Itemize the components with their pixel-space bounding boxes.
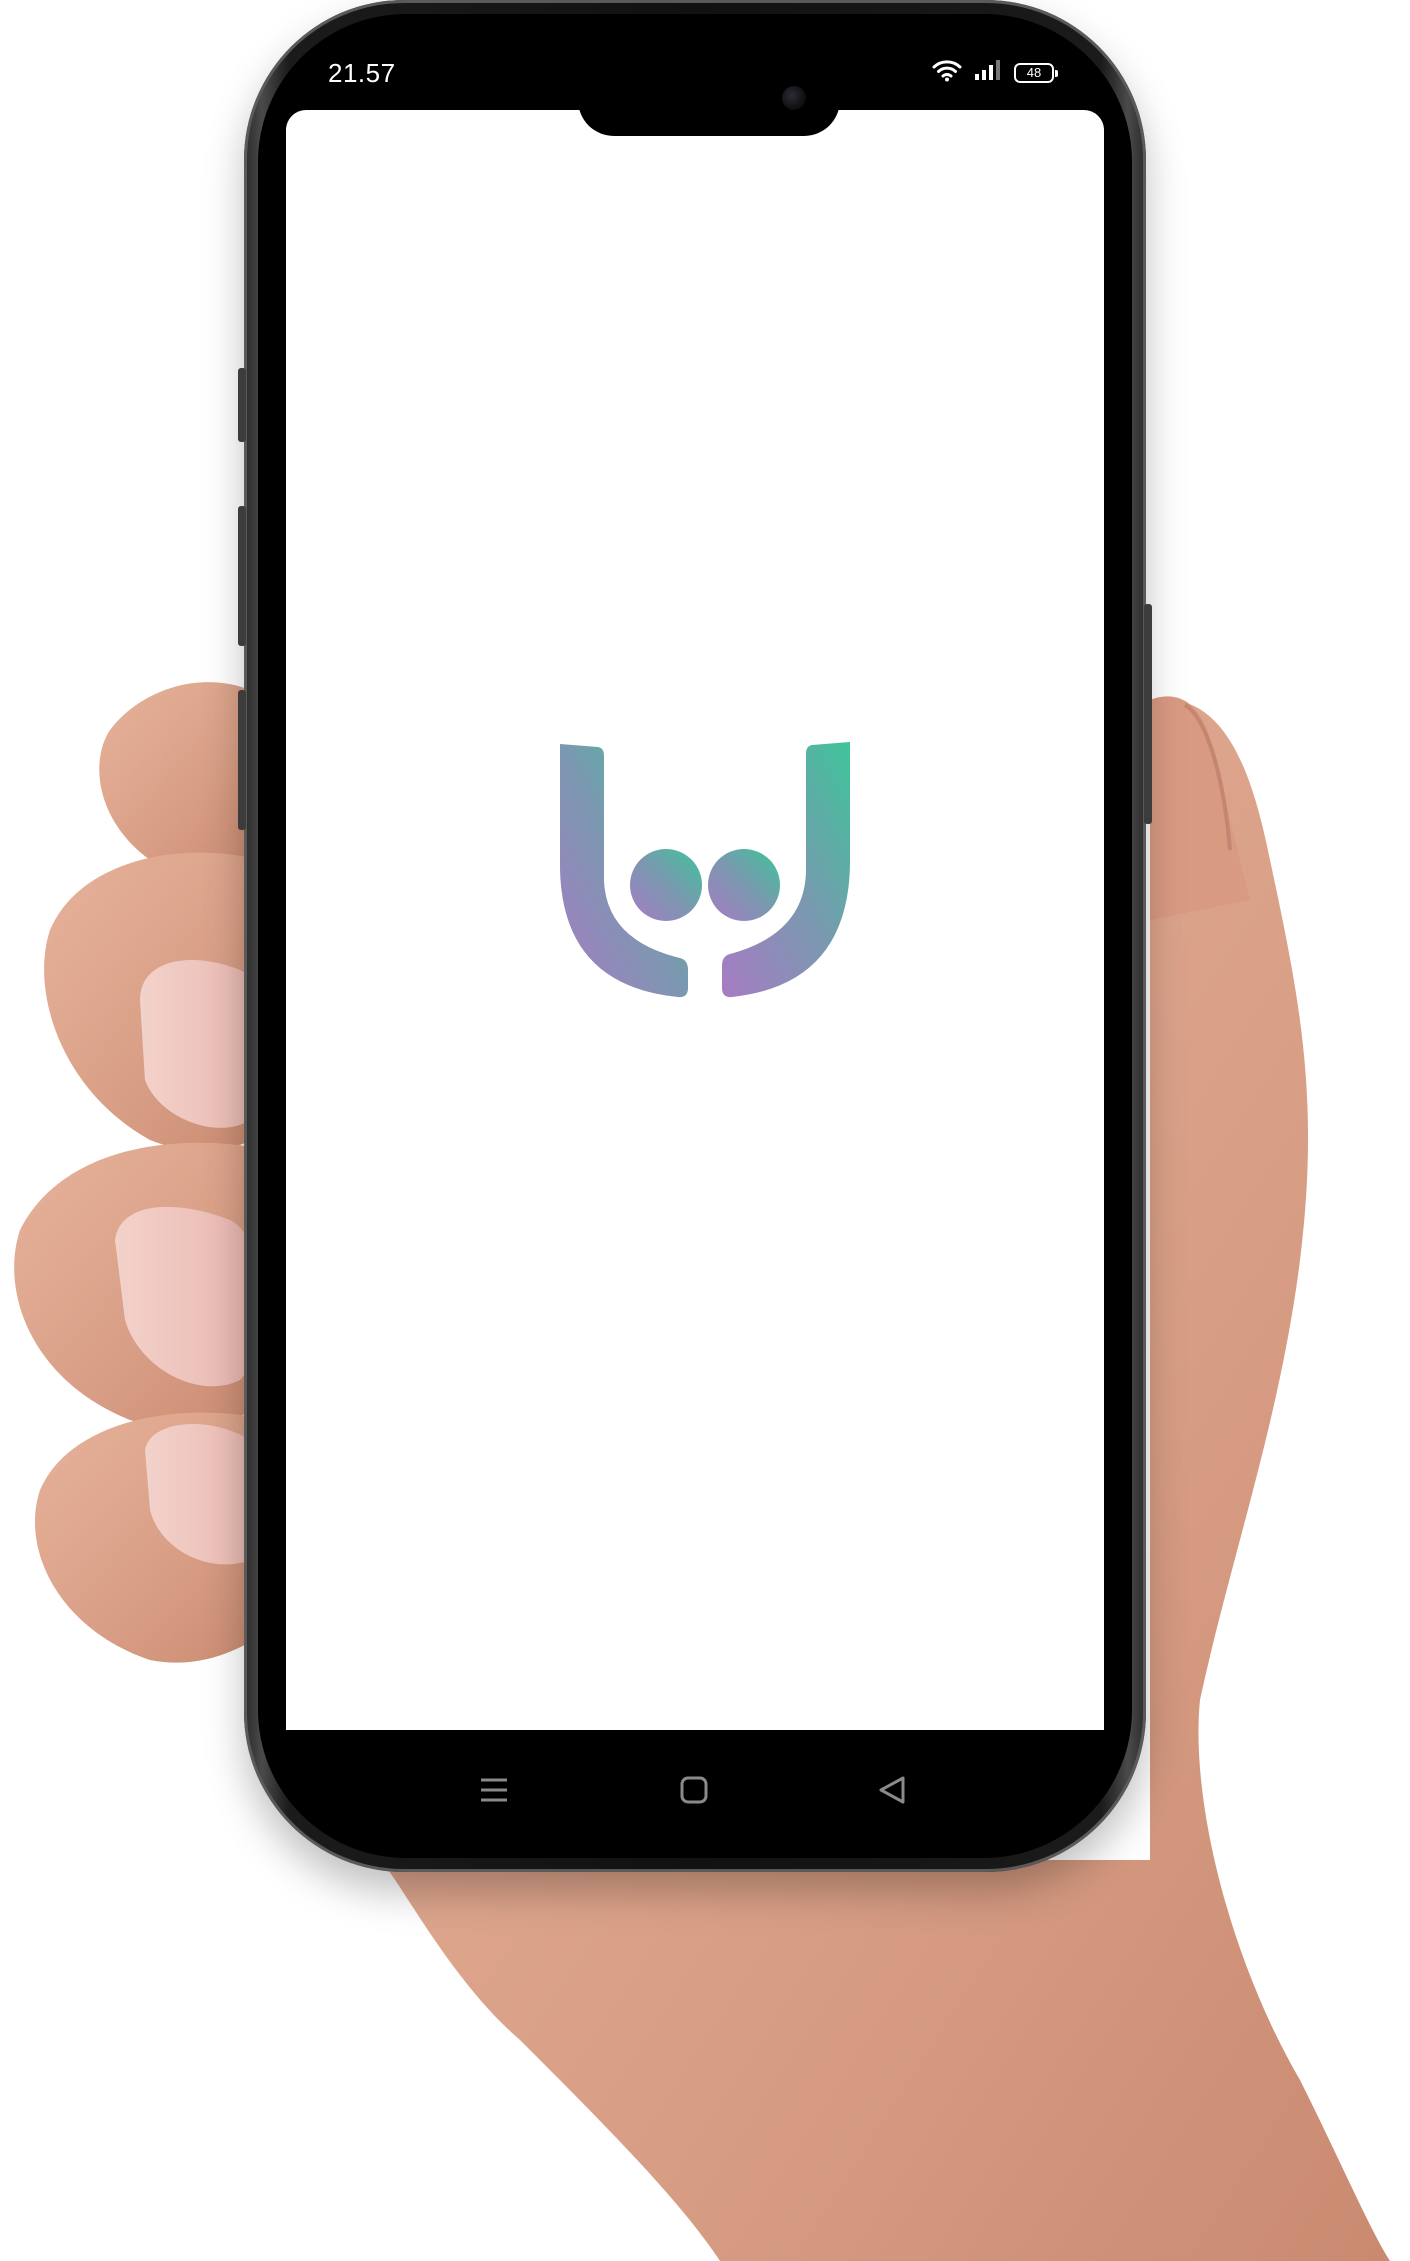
phone-display: 21.57 48 [258, 14, 1132, 1858]
splash-screen [286, 110, 1104, 1730]
battery-indicator: 48 [1014, 62, 1058, 83]
home-square-icon[interactable] [676, 1772, 712, 1808]
front-camera-icon [782, 86, 806, 110]
stage: 21.57 48 [0, 0, 1410, 2261]
power-button [238, 690, 246, 830]
status-icons: 48 [932, 58, 1058, 87]
menu-icon[interactable] [476, 1772, 512, 1808]
status-time: 21.57 [328, 58, 396, 88]
side-key [1144, 604, 1152, 824]
volume-down-button [238, 506, 246, 646]
navigation-bar [258, 1730, 1132, 1850]
volume-up-button [238, 368, 246, 442]
app-logo-icon [559, 742, 851, 998]
cellular-signal-icon [974, 59, 1002, 86]
wifi-icon [932, 58, 962, 87]
camera-notch [578, 64, 840, 136]
back-triangle-icon[interactable] [874, 1772, 910, 1808]
phone-frame: 21.57 48 [238, 0, 1152, 1872]
